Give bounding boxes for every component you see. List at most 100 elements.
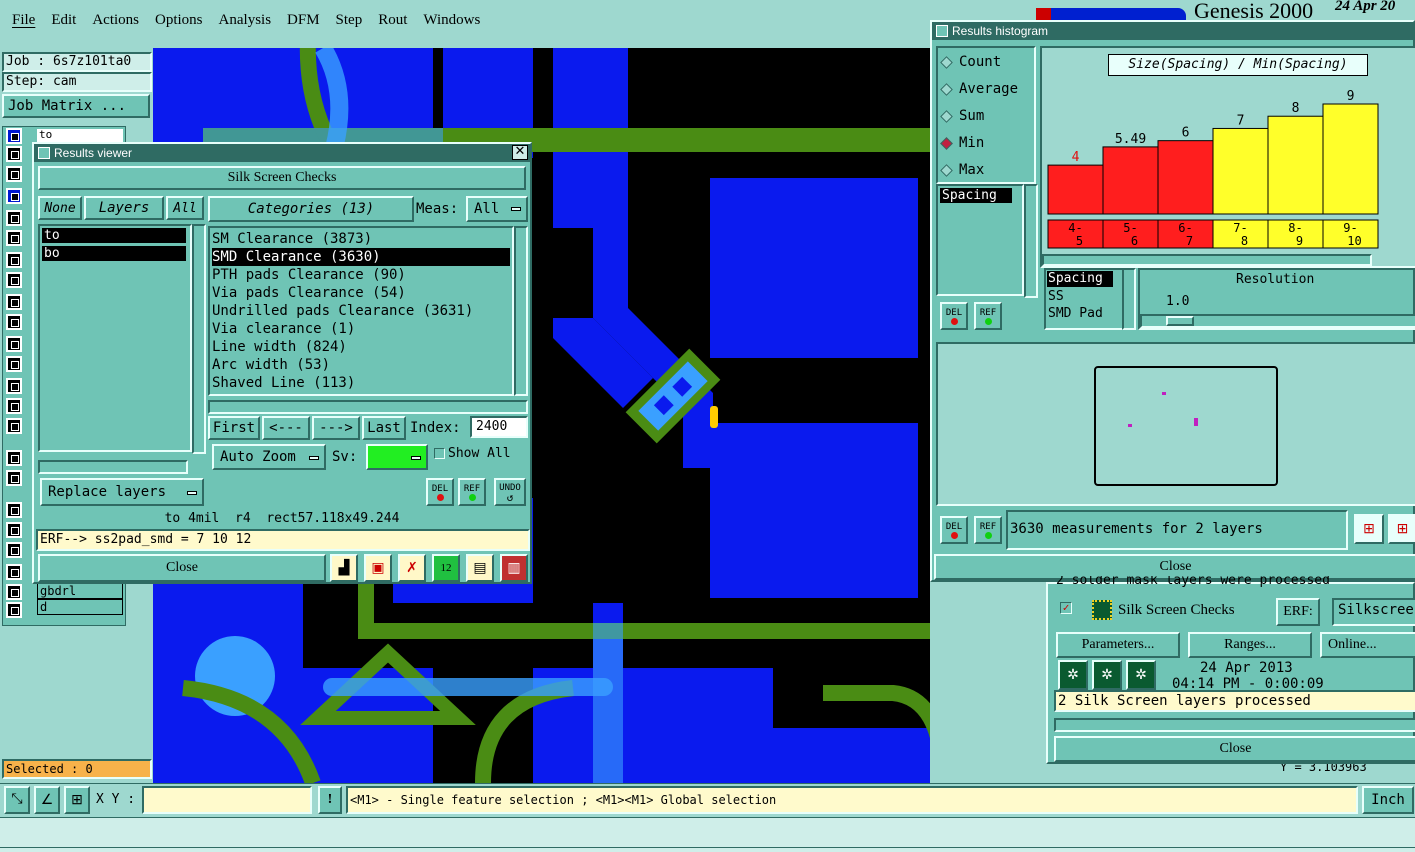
online-button[interactable]: Online... [1320,632,1415,658]
report-tool-icon[interactable]: ▤ [466,554,494,582]
del-button[interactable]: DEL [426,478,454,506]
layer-toggle-icon[interactable] [6,542,22,558]
mode-count[interactable]: Count [940,54,1001,70]
category-item[interactable]: Shaved Line (113) [212,374,510,392]
layer-toggle-icon[interactable] [6,230,22,246]
last-button[interactable]: Last [362,416,406,440]
attribute-list[interactable]: Spacing SS SMD Pad [1044,268,1124,330]
category-list-box[interactable]: SM Clearance (3873) SMD Clearance (3630)… [208,226,514,396]
layer-toggle-icon[interactable] [6,128,22,144]
attribute-list-vscroll[interactable] [1122,268,1136,330]
index-input[interactable]: 2400 [470,416,528,438]
menu-dfm[interactable]: DFM [287,12,320,29]
zoom-all-icon[interactable]: ⊞ [1388,514,1415,544]
show-all-checkbox[interactable] [434,448,445,459]
menu-file[interactable]: File [12,12,35,29]
mode-average[interactable]: Average [940,81,1018,97]
checklist-close-button[interactable]: Close [1054,736,1415,762]
histogram-bar[interactable] [1102,146,1159,215]
erf-field[interactable]: Silkscreen [1332,598,1415,626]
layer-toggle-icon[interactable] [6,314,22,330]
histogram-bar[interactable] [1212,127,1269,215]
layer-toggle-icon[interactable] [6,336,22,352]
del-button[interactable]: DEL [940,516,968,544]
category-list-vscroll[interactable] [514,226,528,396]
run-selected-icon[interactable]: ✲ [1092,660,1122,690]
menu-analysis[interactable]: Analysis [219,12,272,29]
preview-frame[interactable] [1094,366,1278,486]
attribute-item[interactable]: SMD Pad [1046,305,1122,322]
prev-button[interactable]: <--- [262,416,310,440]
layer-toggle-icon[interactable] [6,398,22,414]
category-item[interactable]: Undrilled pads Clearance (3631) [212,302,510,320]
layer-toggle-icon[interactable] [6,188,22,204]
ranges-button[interactable]: Ranges... [1188,632,1312,658]
histogram-hscroll[interactable] [1042,254,1372,266]
layer-gbdrl[interactable]: gbdrl [37,583,123,599]
category-item[interactable]: Via pads Clearance (54) [212,284,510,302]
category-item[interactable]: SM Clearance (3873) [212,230,510,248]
ref-button[interactable]: REF [458,478,486,506]
categories-button[interactable]: Categories (13) [208,196,414,222]
attribute-item[interactable]: SS [1046,288,1122,305]
chart-tool-icon[interactable]: ▥ [500,554,528,582]
layer-toggle-icon[interactable] [6,272,22,288]
menu-actions[interactable]: Actions [92,12,139,29]
run-all-icon[interactable]: ✲ [1126,660,1156,690]
histogram-tool-icon[interactable]: ▟ [330,554,358,582]
ref-button[interactable]: REF [974,516,1002,544]
auto-zoom-dropdown[interactable]: Auto Zoom [212,444,326,470]
layer-list-vscroll[interactable] [192,224,206,454]
layer-toggle-icon[interactable] [6,166,22,182]
results-viewer-titlebar[interactable]: Results viewer [34,144,530,162]
replace-layers-dropdown[interactable]: Replace layers [40,478,204,506]
units-button[interactable]: Inch [1362,786,1414,814]
layer-toggle-icon[interactable] [6,252,22,268]
check-toggle-icon[interactable]: ✓ [1060,602,1072,614]
alert-icon[interactable]: ! [318,786,342,814]
menu-edit[interactable]: Edit [51,12,76,29]
parameters-button[interactable]: Parameters... [1056,632,1180,658]
menu-windows[interactable]: Windows [423,12,480,29]
erf-button[interactable]: ERF: [1276,598,1320,626]
histogram-bar[interactable] [1267,115,1324,215]
run-action-icon[interactable]: ✲ [1058,660,1088,690]
layer-toggle-icon[interactable] [6,602,22,618]
all-button[interactable]: All [166,196,204,220]
window-menu-icon[interactable] [38,147,50,159]
category-item-selected[interactable]: SMD Clearance (3630) [212,248,510,266]
layer-list-hscroll[interactable] [38,460,188,474]
mode-min[interactable]: Min [940,135,984,151]
xy-input[interactable] [142,786,312,814]
layer-toggle-icon[interactable] [6,418,22,434]
undo-button[interactable]: UNDO ↺ [494,478,526,506]
layer-toggle-icon[interactable] [6,356,22,372]
layers-button[interactable]: Layers [84,196,164,220]
layer-toggle-icon[interactable] [6,584,22,600]
job-matrix-button[interactable]: Job Matrix ... [2,94,150,118]
angle-tool-icon[interactable]: ∠ [34,786,60,814]
display-tool-icon[interactable]: ▣ [364,554,392,582]
layer-toggle-icon[interactable] [6,294,22,310]
layer-toggle-icon[interactable] [6,146,22,162]
histogram-bar[interactable] [1157,140,1214,215]
spacing-list[interactable]: Spacing [936,184,1024,296]
layer-toggle-icon[interactable] [6,564,22,580]
layer-field[interactable]: to [37,129,123,143]
layer-toggle-icon[interactable] [6,450,22,466]
layer-toggle-icon[interactable] [6,522,22,538]
spacing-list-vscroll[interactable] [1024,184,1038,298]
checklist-hscroll[interactable] [1054,718,1415,732]
layer-toggle-icon[interactable] [6,470,22,486]
slider-thumb[interactable] [1166,316,1194,326]
meas-dropdown[interactable]: All [466,196,528,222]
attribute-item-selected[interactable]: Spacing [1047,271,1113,287]
layer-d[interactable]: d [37,599,123,615]
histogram-titlebar[interactable]: Results histogram [932,22,1413,40]
next-button[interactable]: ---> [312,416,360,440]
layer-toggle-icon[interactable] [6,502,22,518]
none-button[interactable]: None [38,196,82,220]
ref-button[interactable]: REF [974,302,1002,330]
delete-tool-icon[interactable]: ✗ [398,554,426,582]
category-item[interactable]: Line width (824) [212,338,510,356]
